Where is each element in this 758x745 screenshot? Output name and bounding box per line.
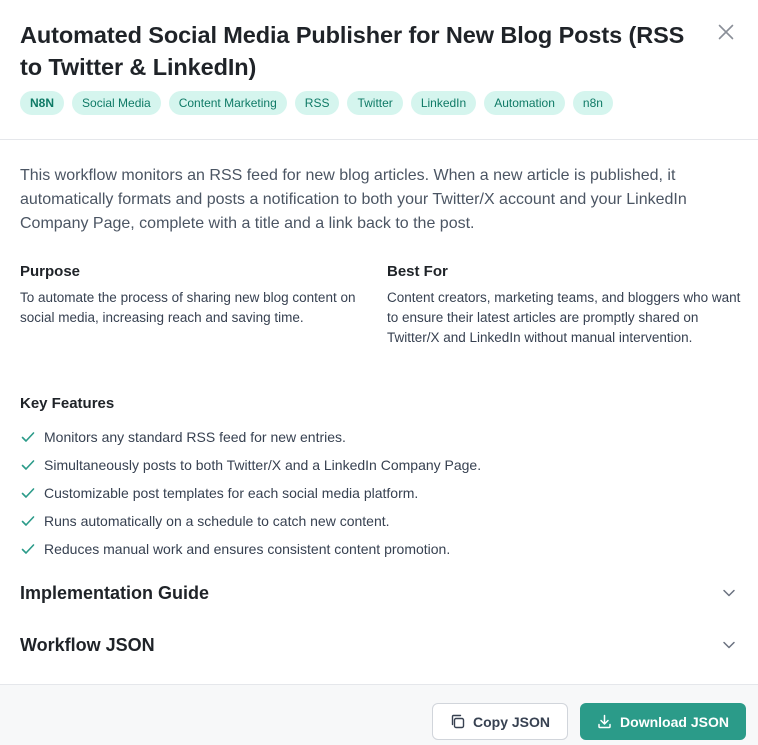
purpose-heading: Purpose — [20, 263, 81, 280]
check-icon — [20, 457, 36, 473]
best-for-heading: Best For — [387, 263, 448, 280]
modal-title: Automated Social Media Publisher for New… — [20, 22, 685, 80]
workflow-description: This workflow monitors an RSS feed for n… — [20, 167, 687, 232]
best-for-text: Content creators, marketing teams, and b… — [387, 290, 741, 345]
copy-json-button[interactable]: Copy JSON — [432, 703, 568, 740]
implementation-guide-accordion[interactable]: Implementation Guide — [20, 573, 738, 613]
tag: LinkedIn — [410, 91, 477, 115]
feature-text: Customizable post templates for each soc… — [44, 485, 419, 501]
implementation-guide-title: Implementation Guide — [20, 582, 210, 603]
feature-item: Customizable post templates for each soc… — [20, 479, 481, 507]
check-icon — [20, 429, 36, 445]
feature-item: Simultaneously posts to both Twitter/X a… — [20, 451, 481, 479]
feature-text: Reduces manual work and ensures consiste… — [44, 541, 451, 557]
close-icon — [718, 24, 734, 40]
feature-text: Monitors any standard RSS feed for new e… — [44, 429, 346, 445]
workflow-json-title: Workflow JSON — [20, 634, 155, 655]
download-json-button[interactable]: Download JSON — [580, 703, 746, 740]
tag: RSS — [294, 91, 340, 115]
modal-footer: Copy JSON Download JSON — [0, 684, 758, 745]
check-icon — [20, 485, 36, 501]
chevron-down-icon — [720, 584, 738, 602]
copy-icon — [451, 714, 465, 729]
check-icon — [20, 513, 36, 529]
download-icon — [598, 714, 611, 729]
workflow-details-modal: Automated Social Media Publisher for New… — [0, 0, 758, 745]
key-features-heading: Key Features — [20, 395, 115, 412]
tag: Automation — [484, 91, 565, 115]
key-features-list: Monitors any standard RSS feed for new e… — [20, 423, 481, 563]
workflow-json-accordion[interactable]: Workflow JSON — [20, 625, 738, 665]
feature-item: Runs automatically on a schedule to catc… — [20, 507, 481, 535]
tag-list: N8N Social Media Content Marketing RSS T… — [20, 91, 613, 115]
tag: Twitter — [347, 91, 403, 115]
download-json-label: Download JSON — [620, 713, 729, 730]
tag: n8n — [572, 91, 613, 115]
copy-json-label: Copy JSON — [472, 713, 550, 730]
chevron-down-icon — [720, 636, 738, 654]
close-button[interactable] — [714, 20, 738, 44]
feature-item: Reduces manual work and ensures consiste… — [20, 535, 481, 563]
feature-item: Monitors any standard RSS feed for new e… — [20, 423, 481, 451]
modal-header: Automated Social Media Publisher for New… — [0, 0, 758, 140]
feature-text: Simultaneously posts to both Twitter/X a… — [44, 457, 482, 473]
tag: N8N — [20, 91, 65, 115]
tag: Social Media — [72, 91, 161, 115]
check-icon — [20, 541, 36, 557]
purpose-text: To automate the process of sharing new b… — [20, 290, 356, 325]
feature-text: Runs automatically on a schedule to catc… — [44, 513, 390, 529]
tag: Content Marketing — [168, 91, 287, 115]
